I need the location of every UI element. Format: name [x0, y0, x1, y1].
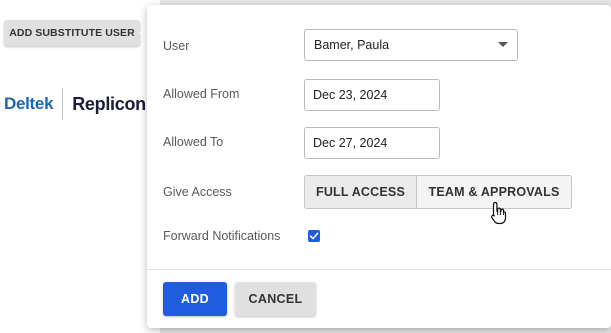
check-icon [309, 232, 319, 240]
cancel-button[interactable]: CANCEL [235, 282, 316, 316]
background-page [0, 0, 160, 333]
allowed-to-input[interactable]: Dec 27, 2024 [304, 127, 440, 159]
logo-brand: Deltek [4, 94, 54, 113]
user-select[interactable]: Bamer, Paula [304, 29, 518, 61]
chevron-down-icon [498, 42, 508, 47]
user-select-value: Bamer, Paula [314, 38, 390, 52]
hand-pointer-icon [491, 201, 507, 225]
allowed-to-value: Dec 27, 2024 [313, 136, 388, 150]
allowed-from-label: Allowed From [163, 87, 240, 101]
allowed-from-value: Dec 23, 2024 [313, 88, 388, 102]
forward-notifications-label: Forward Notifications [163, 229, 281, 243]
add-substitute-dialog: User Bamer, Paula Allowed From Dec 23, 2… [147, 5, 611, 328]
footer-divider [147, 269, 611, 270]
allowed-to-label: Allowed To [163, 135, 224, 149]
add-button[interactable]: ADD [163, 282, 227, 316]
allowed-from-input[interactable]: Dec 23, 2024 [304, 79, 440, 111]
give-access-label: Give Access [163, 185, 232, 199]
app-logo: Deltek Replicon [4, 88, 146, 120]
full-access-option[interactable]: FULL ACCESS [305, 176, 417, 208]
forward-notifications-checkbox[interactable] [308, 230, 320, 242]
user-label: User [163, 39, 190, 53]
logo-product: Replicon [72, 93, 146, 114]
logo-divider [62, 88, 64, 120]
add-substitute-user-button[interactable]: ADD SUBSTITUTE USER [4, 20, 140, 46]
give-access-toggle: FULL ACCESS TEAM & APPROVALS [304, 175, 572, 209]
